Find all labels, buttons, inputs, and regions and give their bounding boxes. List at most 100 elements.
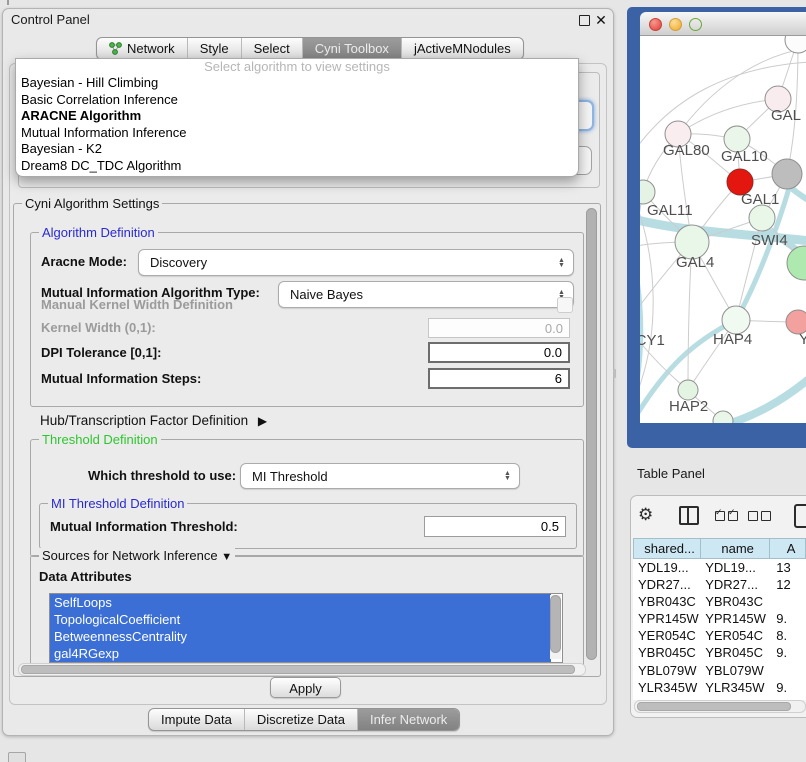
- tab-discretize-data[interactable]: Discretize Data: [245, 709, 358, 730]
- column-header[interactable]: shared...: [633, 538, 700, 559]
- table-cell: YDR27...: [633, 576, 700, 593]
- aracne-mode-combobox[interactable]: Discovery ▲▼: [138, 249, 574, 276]
- node-label: SWI4: [751, 232, 788, 249]
- attribute-list-item[interactable]: SelfLoops: [50, 594, 551, 611]
- mac-zoom-icon[interactable]: [689, 18, 702, 31]
- scrollbar-thumb[interactable]: [637, 702, 791, 711]
- table-row[interactable]: YBL079WYBL079W: [633, 662, 806, 679]
- sources-title[interactable]: Sources for Network Inference ▼: [39, 548, 235, 565]
- mi-algorithm-type-combobox[interactable]: Naive Bayes ▲▼: [278, 281, 574, 308]
- table-row[interactable]: YBR045CYBR045C9.: [633, 644, 806, 661]
- scrollbar-thumb[interactable]: [550, 595, 561, 653]
- scrollbar-thumb[interactable]: [21, 665, 575, 674]
- apply-button[interactable]: Apply: [270, 677, 341, 698]
- table-header-row: shared...nameA: [633, 538, 806, 559]
- minimized-window-icon[interactable]: [8, 752, 26, 762]
- columns-icon[interactable]: [679, 506, 699, 525]
- mi-steps-field[interactable]: 6: [428, 368, 570, 389]
- algorithm-definition-group: Algorithm Definition Aracne Mode: Discov…: [30, 232, 584, 407]
- export-table-icon[interactable]: [794, 504, 806, 528]
- attribute-list-item[interactable]: TopologicalCoefficient: [50, 611, 551, 628]
- table-cell: YLR345W: [633, 679, 700, 696]
- table-toolbar: ⚙: [631, 502, 806, 532]
- table-cell: YDL19...: [633, 559, 700, 576]
- dropdown-item[interactable]: Basic Correlation Inference: [16, 92, 578, 109]
- column-header[interactable]: A: [769, 538, 806, 559]
- tab-network[interactable]: Network: [97, 38, 188, 59]
- network-edge-thick[interactable]: [640, 248, 641, 378]
- kernel-width-field[interactable]: 0.0: [428, 318, 570, 338]
- tab-infer-network[interactable]: Infer Network: [358, 709, 459, 730]
- list-scrollbar[interactable]: [550, 595, 561, 659]
- dropdown-item[interactable]: Mutual Information Inference: [16, 125, 578, 142]
- network-node[interactable]: [785, 36, 806, 53]
- threshold-definition-title: Threshold Definition: [39, 432, 161, 447]
- attribute-list-item[interactable]: gal4RGexp: [50, 645, 551, 662]
- table-cell: YPR145W: [633, 610, 700, 627]
- expanded-arrow-icon: ▼: [221, 551, 232, 563]
- dpi-tolerance-field[interactable]: 0.0: [428, 342, 570, 363]
- tab-label: Discretize Data: [257, 712, 345, 727]
- float-window-icon[interactable]: [579, 15, 590, 26]
- tab-cyni-toolbox[interactable]: Cyni Toolbox: [303, 38, 402, 59]
- dropdown-item[interactable]: Bayesian - K2: [16, 141, 578, 158]
- aracne-mode-label: Aracne Mode:: [41, 254, 127, 270]
- network-node[interactable]: [713, 411, 733, 423]
- table-row[interactable]: YDL19...YDL19...13: [633, 559, 806, 576]
- network-node[interactable]: [787, 246, 806, 280]
- scrollbar-thumb[interactable]: [586, 208, 597, 660]
- table-row[interactable]: YER054CYER054C8.: [633, 627, 806, 644]
- unselect-all-columns-icon[interactable]: [748, 511, 771, 521]
- network-edge[interactable]: [678, 99, 778, 134]
- node-label: GAL4: [676, 254, 714, 271]
- network-canvas[interactable]: GALGAL80GAL10GAL1GAL11SWI4GAL4GCY1HAP4YH…: [640, 36, 806, 423]
- network-node[interactable]: [722, 306, 750, 334]
- network-node[interactable]: [749, 205, 775, 231]
- manual-kernel-checkbox[interactable]: [557, 297, 573, 313]
- select-all-columns-icon[interactable]: [715, 511, 738, 521]
- dropdown-item[interactable]: ARACNE Algorithm: [16, 108, 578, 125]
- network-window-titlebar[interactable]: [640, 12, 806, 36]
- mi-threshold-field[interactable]: 0.5: [424, 516, 566, 537]
- settings-vertical-scrollbar[interactable]: [586, 208, 597, 660]
- tab-style[interactable]: Style: [188, 38, 242, 59]
- dropdown-item[interactable]: Dream8 DC_TDC Algorithm: [16, 158, 578, 175]
- which-threshold-combobox[interactable]: MI Threshold ▲▼: [240, 463, 520, 489]
- mi-algorithm-type-value: Naive Bayes: [290, 282, 363, 307]
- table-cell: 12: [769, 576, 806, 593]
- table-row[interactable]: YLR345WYLR345W9.: [633, 679, 806, 696]
- column-header[interactable]: name: [700, 538, 769, 559]
- sources-title-text: Sources for Network Inference: [42, 548, 218, 563]
- table-row[interactable]: YBR043CYBR043C: [633, 593, 806, 610]
- table-cell: 9.: [769, 679, 806, 696]
- tab-select[interactable]: Select: [242, 38, 303, 59]
- network-node[interactable]: [678, 380, 698, 400]
- node-label: GAL: [771, 107, 801, 124]
- table-cell: YDL19...: [700, 559, 769, 576]
- tab-jactivemnodules[interactable]: jActiveMNodules: [402, 38, 523, 59]
- network-edge-thick[interactable]: [790, 187, 806, 207]
- table-row[interactable]: YPR145WYPR145W9.: [633, 610, 806, 627]
- gear-icon[interactable]: ⚙: [638, 505, 653, 525]
- table-cell: [769, 593, 806, 610]
- close-icon[interactable]: ✕: [594, 11, 608, 29]
- mac-close-icon[interactable]: [649, 18, 662, 31]
- tab-label: Impute Data: [161, 712, 232, 727]
- cyni-bottom-tabbar: Impute Data Discretize Data Infer Network: [148, 708, 460, 731]
- algorithm-definition-title: Algorithm Definition: [39, 225, 158, 240]
- settings-horizontal-scrollbar[interactable]: [18, 663, 586, 676]
- network-node[interactable]: [640, 180, 655, 204]
- network-node[interactable]: [772, 159, 802, 189]
- table-row[interactable]: YDR27...YDR27...12: [633, 576, 806, 593]
- hub-definition-toggle[interactable]: Hub/Transcription Factor Definition ▶: [40, 413, 267, 429]
- dropdown-item[interactable]: Bayesian - Hill Climbing: [16, 75, 578, 92]
- control-panel-titlebar: Control Panel: [3, 9, 613, 31]
- table-cell: YBL079W: [633, 662, 700, 679]
- attribute-list-item[interactable]: BetweennessCentrality: [50, 628, 551, 645]
- tab-impute-data[interactable]: Impute Data: [149, 709, 245, 730]
- table-horizontal-scrollbar[interactable]: [634, 700, 806, 713]
- data-attributes-list[interactable]: SelfLoopsTopologicalCoefficientBetweenne…: [49, 593, 563, 663]
- tab-label: Infer Network: [370, 712, 447, 727]
- mac-minimize-icon[interactable]: [669, 18, 682, 31]
- kernel-width-label: Kernel Width (0,1):: [41, 320, 156, 336]
